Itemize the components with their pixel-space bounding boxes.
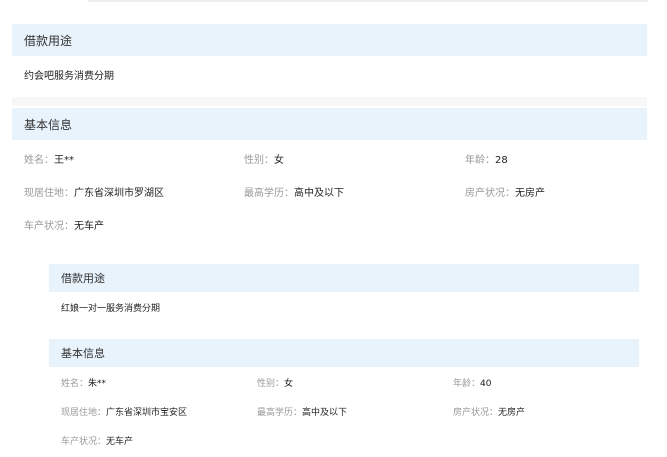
section-gap [12,97,647,106]
inner-house-field: 房产状况：无房产 [453,405,525,418]
outer-age-field: 年龄：28 [465,151,508,166]
outer-purpose-title: 借款用途 [24,33,73,48]
inner-basic-header: 基本信息 [49,339,639,367]
inner-car-value: 无车产 [106,437,134,447]
outer-house-field: 房产状况：无房产 [465,184,545,199]
inner-car-field: 车产状况：无车产 [61,434,133,447]
outer-gender-field: 性别：女 [244,151,284,166]
inner-education-value: 高中及以下 [302,408,348,418]
inner-purpose-text: 红娘一对一服务消费分期 [61,304,161,314]
outer-age-label: 年龄： [465,155,495,166]
inner-gender-value: 女 [284,379,294,389]
inner-house-label: 房产状况： [453,408,499,418]
inner-name-label: 姓名： [61,379,89,389]
outer-purpose-text: 约会吧服务消费分期 [24,71,114,82]
outer-house-value: 无房产 [515,188,545,199]
outer-car-field: 车产状况：无车产 [24,217,104,232]
outer-residence-field: 现居住地：广东省深圳市罗湖区 [24,184,164,199]
outer-basic-title: 基本信息 [24,117,73,132]
inner-car-label: 车产状况： [61,437,107,447]
outer-name-label: 姓名： [24,155,54,166]
inner-residence-field: 现居住地：广东省深圳市宝安区 [61,405,187,418]
outer-education-label: 最高学历： [244,188,294,199]
outer-residence-value: 广东省深圳市罗湖区 [74,188,164,199]
outer-basic-header: 基本信息 [12,108,647,140]
inner-purpose-header: 借款用途 [49,264,639,292]
outer-name-value: 王** [54,155,74,166]
inner-house-value: 无房产 [498,408,526,418]
outer-gender-value: 女 [274,155,284,166]
outer-residence-label: 现居住地： [24,188,74,199]
inner-name-value: 朱** [88,379,107,389]
outer-car-label: 车产状况： [24,221,74,232]
inner-basic-title: 基本信息 [61,347,105,360]
outer-gender-label: 性别： [244,155,274,166]
inner-age-field: 年龄：40 [453,376,491,389]
outer-purpose-header: 借款用途 [12,24,647,56]
outer-age-value: 28 [495,155,508,166]
inner-age-value: 40 [480,379,492,389]
inner-residence-value: 广东省深圳市宝安区 [106,408,188,418]
inner-education-label: 最高学历： [257,408,303,418]
inner-age-label: 年龄： [453,379,481,389]
outer-house-label: 房产状况： [465,188,515,199]
inner-gender-label: 性别： [257,379,285,389]
inner-purpose-title: 借款用途 [61,272,105,285]
inner-education-field: 最高学历：高中及以下 [257,405,347,418]
inner-name-field: 姓名：朱** [61,376,106,389]
outer-car-value: 无车产 [74,221,104,232]
outer-name-field: 姓名：王** [24,151,74,166]
inner-gender-field: 性别：女 [257,376,293,389]
outer-education-field: 最高学历：高中及以下 [244,184,344,199]
inner-residence-label: 现居住地： [61,408,107,418]
top-divider [88,0,648,2]
outer-education-value: 高中及以下 [294,188,344,199]
